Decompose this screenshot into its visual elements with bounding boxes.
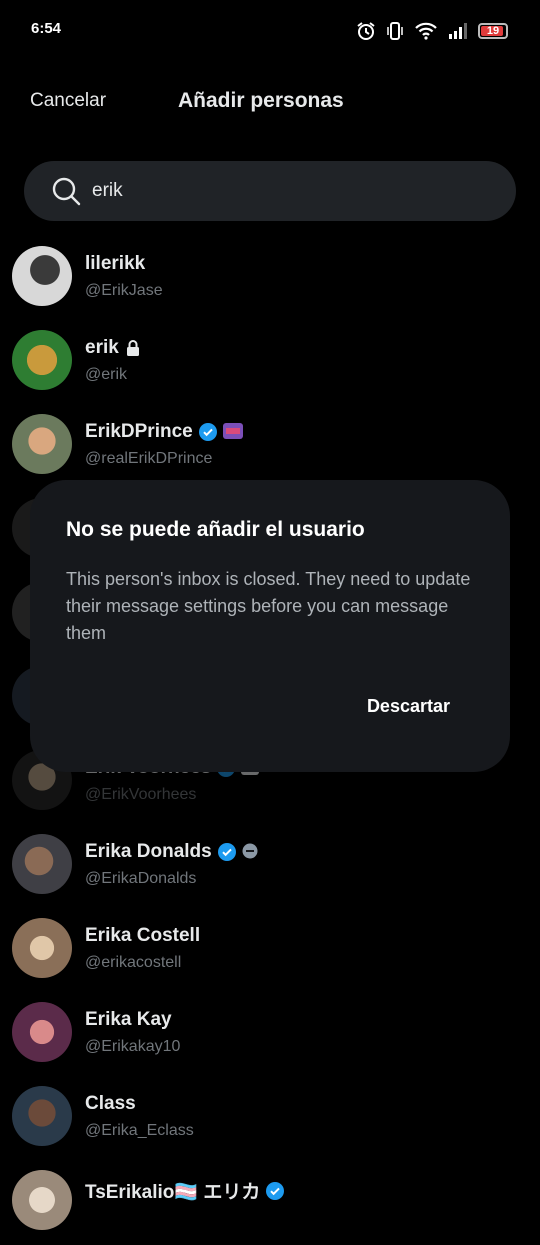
list-item[interactable]: Class @Erika_Eclass [0,1077,540,1161]
lock-icon [125,339,143,357]
list-item[interactable]: lilerikk @ErikJase [0,237,540,321]
user-name: Erika Costell [85,925,201,946]
error-dialog: No se puede añadir el usuario This perso… [30,480,510,772]
avatar [12,330,72,390]
list-item[interactable]: TsErikalio🏳️‍⚧️ エリカ [0,1161,540,1245]
battery-icon: 19 [478,23,508,39]
avatar [12,834,72,894]
search-icon [50,175,82,207]
user-handle: @ErikaDonalds [85,870,197,887]
status-time: 6:54 [31,20,62,37]
list-item[interactable]: Erika Donalds @ErikaDonalds [0,825,540,909]
verified-icon [217,843,236,861]
user-name: lilerikk [85,253,146,274]
search-input[interactable]: erik [24,161,516,221]
government-badge [242,843,260,861]
verified-icon [198,423,217,441]
status-bar: 6:54 19 [0,0,540,62]
avatar [12,1170,72,1230]
user-handle: @Erika_Eclass [85,1122,194,1139]
user-handle: @erikacostell [85,954,182,971]
wifi-icon [414,22,438,40]
avatar [12,246,72,306]
user-name: ErikDPrince [85,421,193,442]
cancel-button[interactable]: Cancelar [30,90,106,112]
battery-level: 19 [486,25,500,37]
page-title: Añadir personas [178,89,344,112]
list-item[interactable]: ErikDPrince @realErikDPrince [0,405,540,489]
user-name: erik [85,337,119,358]
dialog-message: This person's inbox is closed. They need… [66,569,471,643]
avatar [12,414,72,474]
search-value: erik [92,180,123,201]
user-name: Erika Donalds [85,841,212,862]
user-handle: @ErikJase [85,282,163,299]
user-handle: @ErikVoorhees [85,786,197,803]
header: Cancelar Añadir personas [0,62,540,142]
affiliate-badge [222,423,243,441]
user-name: Class [85,1093,136,1114]
avatar [12,1002,72,1062]
status-icons: 19 [356,20,508,42]
signal-icon [448,23,468,39]
dialog-title: No se puede añadir el usuario [66,518,365,541]
verified-icon [266,1181,285,1200]
user-handle: @erik [85,366,128,383]
alarm-icon [356,21,376,41]
avatar [12,1086,72,1146]
user-name: TsErikalio🏳️‍⚧️ エリカ [85,1182,261,1203]
list-item[interactable]: erik @erik [0,321,540,405]
vibrate-icon [386,21,404,41]
user-handle: @realErikDPrince [85,450,213,467]
list-item[interactable]: Erika Costell @erikacostell [0,909,540,993]
user-handle: @Erikakay10 [85,1038,181,1055]
avatar [12,918,72,978]
user-name: Erika Kay [85,1009,172,1030]
dismiss-button[interactable]: Descartar [367,696,450,717]
list-item[interactable]: Erika Kay @Erikakay10 [0,993,540,1077]
